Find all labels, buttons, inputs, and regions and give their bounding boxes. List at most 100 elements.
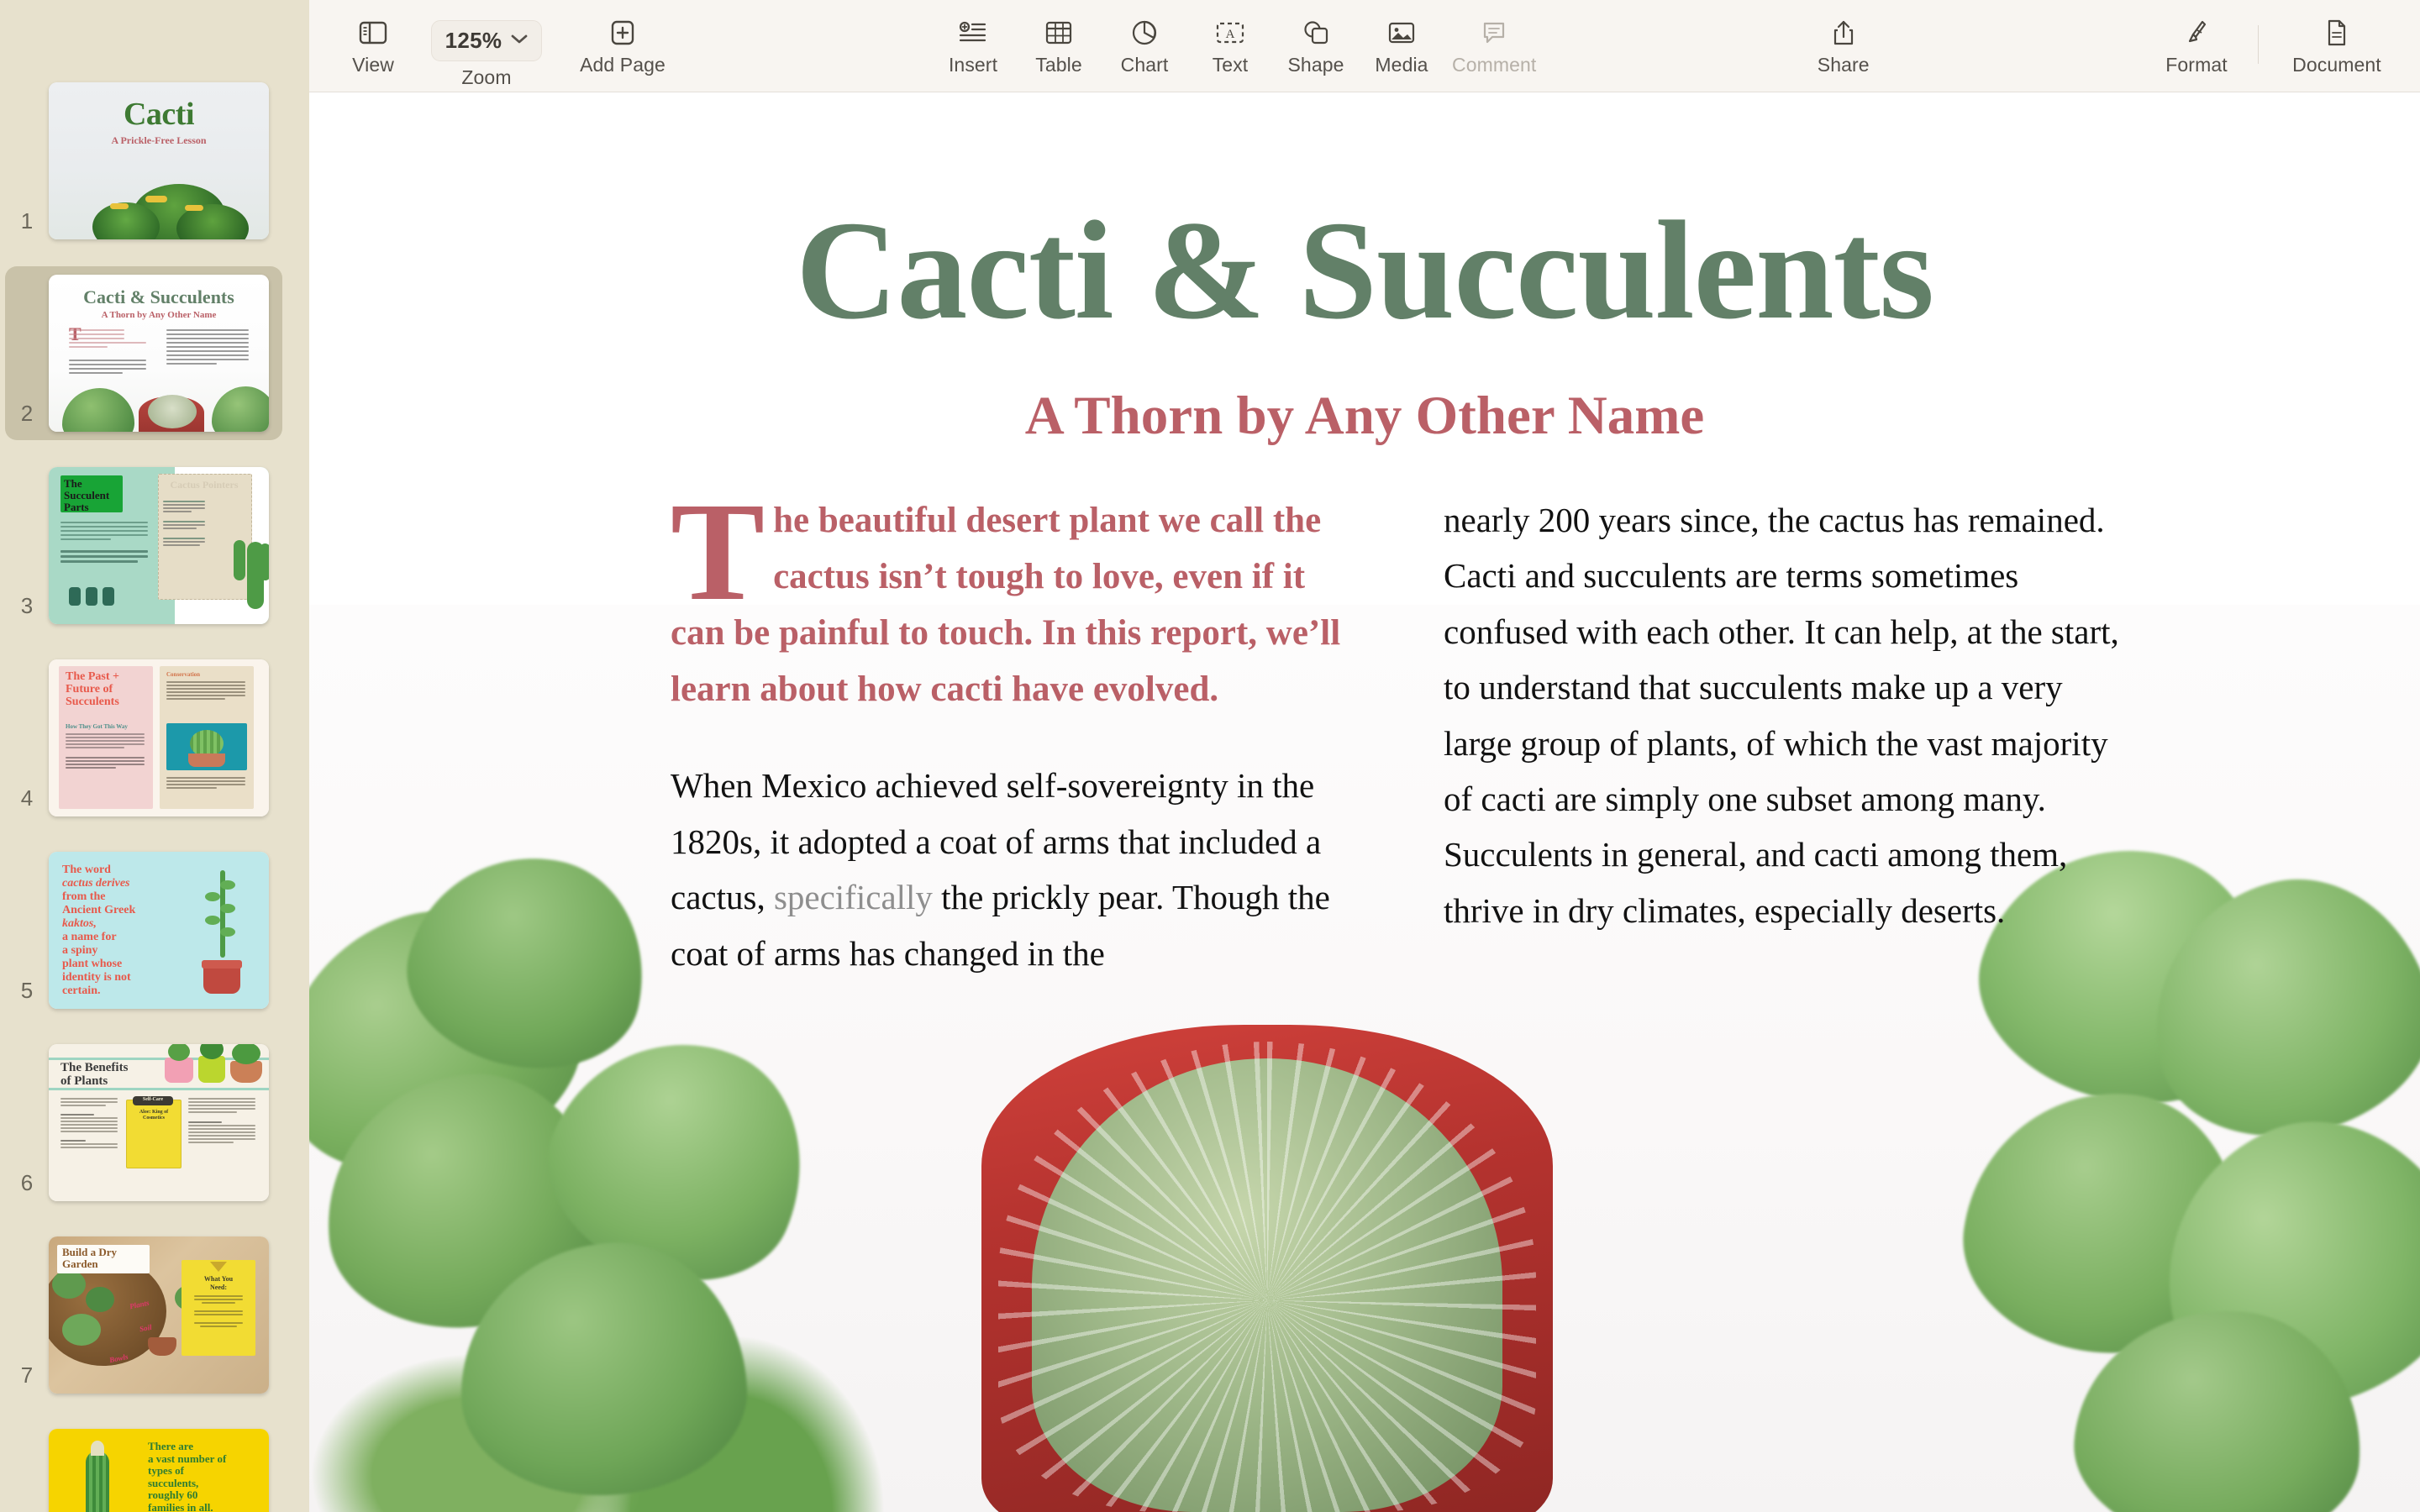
text-button[interactable]: A Text bbox=[1195, 0, 1265, 76]
comment-bubble-icon bbox=[1481, 13, 1507, 52]
add-page-label: Add Page bbox=[580, 54, 666, 76]
thumbnail-page-5[interactable]: 5 The word cactus derives from the Ancie… bbox=[5, 843, 282, 1017]
thumbnail-card-7[interactable]: Build a Dry Garden What You Need: Plants… bbox=[49, 1236, 269, 1394]
thumb1-subtitle: A Prickle-Free Lesson bbox=[111, 134, 207, 146]
editor-main: View 125% Zoom Add Page Insert Table Cha… bbox=[309, 0, 2420, 1512]
paintbrush-icon bbox=[2184, 13, 2209, 52]
thumbnail-card-6[interactable]: The Benefits of Plants Self-Care Aloe: K… bbox=[49, 1044, 269, 1201]
insert-icon bbox=[959, 13, 987, 52]
two-column-body[interactable]: The beautiful desert plant we call the c… bbox=[671, 474, 2124, 981]
zoom-label: Zoom bbox=[461, 66, 512, 88]
pages-app-window: 1 Cacti A Prickle-Free Lesson 2 Cacti & … bbox=[0, 0, 2420, 1512]
page-thumbnail-sidebar[interactable]: 1 Cacti A Prickle-Free Lesson 2 Cacti & … bbox=[0, 0, 309, 1512]
highlighted-word: specifically bbox=[773, 878, 933, 917]
thumbnail-card-2[interactable]: Cacti & Succulents A Thorn by Any Other … bbox=[49, 275, 269, 432]
table-button[interactable]: Table bbox=[1023, 0, 1094, 76]
format-label: Format bbox=[2165, 54, 2228, 76]
page-number-1: 1 bbox=[20, 208, 34, 234]
page-number-7: 7 bbox=[20, 1362, 34, 1388]
thumb4-sub: How They Got This Way bbox=[66, 723, 128, 730]
sidebar-icon bbox=[359, 13, 387, 52]
thumb3-panel-title: Cactus Pointers bbox=[170, 479, 239, 491]
view-button[interactable]: View bbox=[338, 0, 408, 76]
thumb4-heading: The Past + Future of Succulents bbox=[66, 670, 119, 708]
thumbnail-card-8[interactable]: There are a vast number of types of succ… bbox=[49, 1429, 269, 1512]
thumbnail-card-4[interactable]: The Past + Future of Succulents How They… bbox=[49, 659, 269, 816]
toolbar[interactable]: View 125% Zoom Add Page Insert Table Cha… bbox=[309, 0, 2420, 92]
thumbnail-page-4[interactable]: 4 The Past + Future of Succulents How Th… bbox=[5, 651, 282, 825]
thumbnail-page-1[interactable]: 1 Cacti A Prickle-Free Lesson bbox=[5, 74, 282, 248]
thumbnail-page-6[interactable]: 6 The Benefits of Plants Self-Care Aloe:… bbox=[5, 1036, 282, 1210]
thumbnail-list[interactable]: 1 Cacti A Prickle-Free Lesson 2 Cacti & … bbox=[0, 74, 309, 1512]
thumb6-heading: The Benefits of Plants bbox=[60, 1061, 129, 1089]
thumb1-title: Cacti bbox=[123, 97, 195, 132]
add-page-button[interactable]: Add Page bbox=[568, 0, 677, 76]
thumb6-badge-sub: Aloe: King of Cosmetics bbox=[139, 1110, 169, 1121]
document-content[interactable]: Cacti & Succulents A Thorn by Any Other … bbox=[309, 92, 2420, 1512]
thumb2-subtitle: A Thorn by Any Other Name bbox=[101, 310, 217, 320]
intro-paragraph: The beautiful desert plant we call the c… bbox=[671, 474, 1351, 717]
view-label: View bbox=[352, 54, 394, 76]
thumbnail-page-7[interactable]: 7 Build a Dry Garden What You Need: Plan… bbox=[5, 1228, 282, 1402]
document-button[interactable]: Document bbox=[2274, 0, 2400, 76]
table-icon bbox=[1045, 13, 1072, 52]
thumb5-quote: The word cactus derives from the Ancient… bbox=[62, 864, 136, 997]
thumb2-title: Cacti & Succulents bbox=[83, 286, 234, 307]
chart-label: Chart bbox=[1120, 54, 1169, 76]
plus-square-icon bbox=[610, 13, 635, 52]
shapes-icon bbox=[1302, 13, 1329, 52]
media-label: Media bbox=[1375, 54, 1428, 76]
thumbnail-card-5[interactable]: The word cactus derives from the Ancient… bbox=[49, 852, 269, 1009]
share-label: Share bbox=[1817, 54, 1870, 76]
media-button[interactable]: Media bbox=[1366, 0, 1437, 76]
thumbnail-card-3[interactable]: The Succulent Parts Cactus Pointers bbox=[49, 467, 269, 624]
intro-text: he beautiful desert plant we call the ca… bbox=[671, 501, 1341, 710]
right-column[interactable]: nearly 200 years since, the cactus has r… bbox=[1444, 492, 2124, 981]
thumbnail-page-3[interactable]: 3 The Succulent Parts Cactus Pointers bbox=[5, 459, 282, 633]
pie-chart-icon bbox=[1131, 13, 1158, 52]
share-button[interactable]: Share bbox=[1781, 0, 1907, 76]
left-body-paragraph: When Mexico achieved self-sovereignty in… bbox=[671, 758, 1351, 981]
document-label: Document bbox=[2292, 54, 2381, 76]
thumb7-panel: What You Need: bbox=[203, 1275, 234, 1291]
page-title: Cacti & Succulents bbox=[796, 192, 1934, 349]
format-button[interactable]: Format bbox=[2150, 0, 2243, 76]
share-up-arrow-icon bbox=[1832, 13, 1855, 52]
zoom-select[interactable]: 125% bbox=[430, 20, 543, 61]
insert-button[interactable]: Insert bbox=[938, 0, 1008, 76]
right-body-paragraph: nearly 200 years since, the cactus has r… bbox=[1444, 501, 2119, 930]
thumb3-heading: The Succulent Parts bbox=[64, 477, 110, 514]
zoom-value: 125% bbox=[445, 28, 502, 53]
insert-label: Insert bbox=[948, 54, 998, 76]
photo-icon bbox=[1388, 13, 1415, 52]
chart-button[interactable]: Chart bbox=[1109, 0, 1180, 76]
thumbnail-card-1[interactable]: Cacti A Prickle-Free Lesson bbox=[49, 82, 269, 239]
chevron-down-icon bbox=[511, 34, 528, 49]
thumbnail-page-8[interactable]: 8 There are a vast number of types of su… bbox=[5, 1420, 282, 1512]
page-number-4: 4 bbox=[20, 785, 34, 811]
page-subtitle: A Thorn by Any Other Name bbox=[1024, 386, 1705, 446]
page-number-2: 2 bbox=[20, 401, 34, 426]
thumb8-statement: There are a vast number of types of succ… bbox=[148, 1440, 227, 1512]
left-column[interactable]: The beautiful desert plant we call the c… bbox=[671, 474, 1351, 981]
shape-button[interactable]: Shape bbox=[1281, 0, 1351, 76]
drop-cap: T bbox=[671, 474, 765, 630]
document-canvas[interactable]: Cacti & Succulents A Thorn by Any Other … bbox=[309, 92, 2420, 1512]
text-label: Text bbox=[1212, 54, 1249, 76]
toolbar-divider bbox=[2258, 25, 2259, 64]
page-number-5: 5 bbox=[20, 978, 34, 1003]
thumbnail-page-2[interactable]: 2 Cacti & Succulents A Thorn by Any Othe… bbox=[5, 266, 282, 440]
comment-button[interactable]: Comment bbox=[1452, 0, 1536, 76]
zoom-control[interactable]: 125% Zoom bbox=[424, 0, 550, 89]
svg-text:A: A bbox=[1226, 28, 1235, 41]
comment-label: Comment bbox=[1452, 54, 1537, 76]
document-page-icon bbox=[2326, 13, 2348, 52]
text-box-icon: A bbox=[1216, 13, 1244, 52]
thumb4-panel: Conservation bbox=[166, 671, 201, 678]
page-number-3: 3 bbox=[20, 593, 34, 618]
shape-label: Shape bbox=[1287, 54, 1344, 76]
thumb6-badge: Self-Care bbox=[142, 1097, 164, 1102]
thumb7-heading: Build a Dry Garden bbox=[62, 1246, 118, 1271]
table-label: Table bbox=[1035, 54, 1082, 76]
page-number-6: 6 bbox=[20, 1170, 34, 1195]
